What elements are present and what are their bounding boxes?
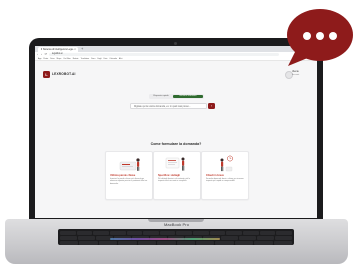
- mode-option-advanced[interactable]: Ricerca avanzata: [173, 95, 203, 98]
- details-illustration-icon: [165, 157, 185, 171]
- logo-text[interactable]: LEXROBOT.AI: [52, 71, 76, 78]
- tip-card-details[interactable]: Specifica i dettagli Più dettagli fornis…: [153, 151, 201, 200]
- tip-card-keywords[interactable]: Utilizza parole chiave Inserisci le paro…: [105, 151, 153, 200]
- tip-card-brief[interactable]: Chiedi in breve Formula domande brevi e …: [201, 151, 249, 200]
- url-field[interactable]: legalbot.ai: [49, 52, 279, 57]
- laptop-model-label: MacBook Pro: [163, 222, 190, 227]
- card-description: Formula domande brevi e chiare per ricev…: [206, 178, 244, 183]
- logo-icon[interactable]: L: [43, 71, 50, 78]
- card-description: Inserisci le parole chiave più rilevanti…: [110, 178, 148, 185]
- card-description: Più dettagli fornisci sul contesto, più …: [158, 178, 191, 183]
- keyboard-backlight: [110, 238, 220, 240]
- mode-option-quick[interactable]: Risposta rapida: [150, 95, 172, 98]
- keyboard-row: [60, 241, 293, 245]
- search-input[interactable]: Digitate qui la vostra domanda, es: in q…: [130, 103, 207, 109]
- laptop-screen: Il Sistema di Intelligenza Lega... × + ‹…: [35, 46, 317, 218]
- card-title: Utilizza parole chiave: [110, 174, 136, 177]
- section-title: Come formulare la domanda?: [150, 142, 202, 146]
- keywords-illustration-icon: [119, 158, 140, 171]
- brief-illustration-icon: [220, 155, 233, 172]
- search-submit-button[interactable]: ›: [208, 103, 215, 109]
- card-title: Specifica i dettagli: [158, 174, 180, 177]
- keyboard-row: [60, 231, 292, 235]
- camera-dot: [174, 42, 177, 45]
- tab-title: Il Sistema di Intelligenza Lega...: [41, 48, 75, 51]
- user-role: Account: [292, 73, 300, 76]
- web-page: L LEXROBOT.AI Utente Account Risposta ra…: [35, 61, 317, 218]
- chat-bubble-icon[interactable]: [280, 6, 353, 68]
- card-title: Chiedi in breve: [206, 174, 224, 177]
